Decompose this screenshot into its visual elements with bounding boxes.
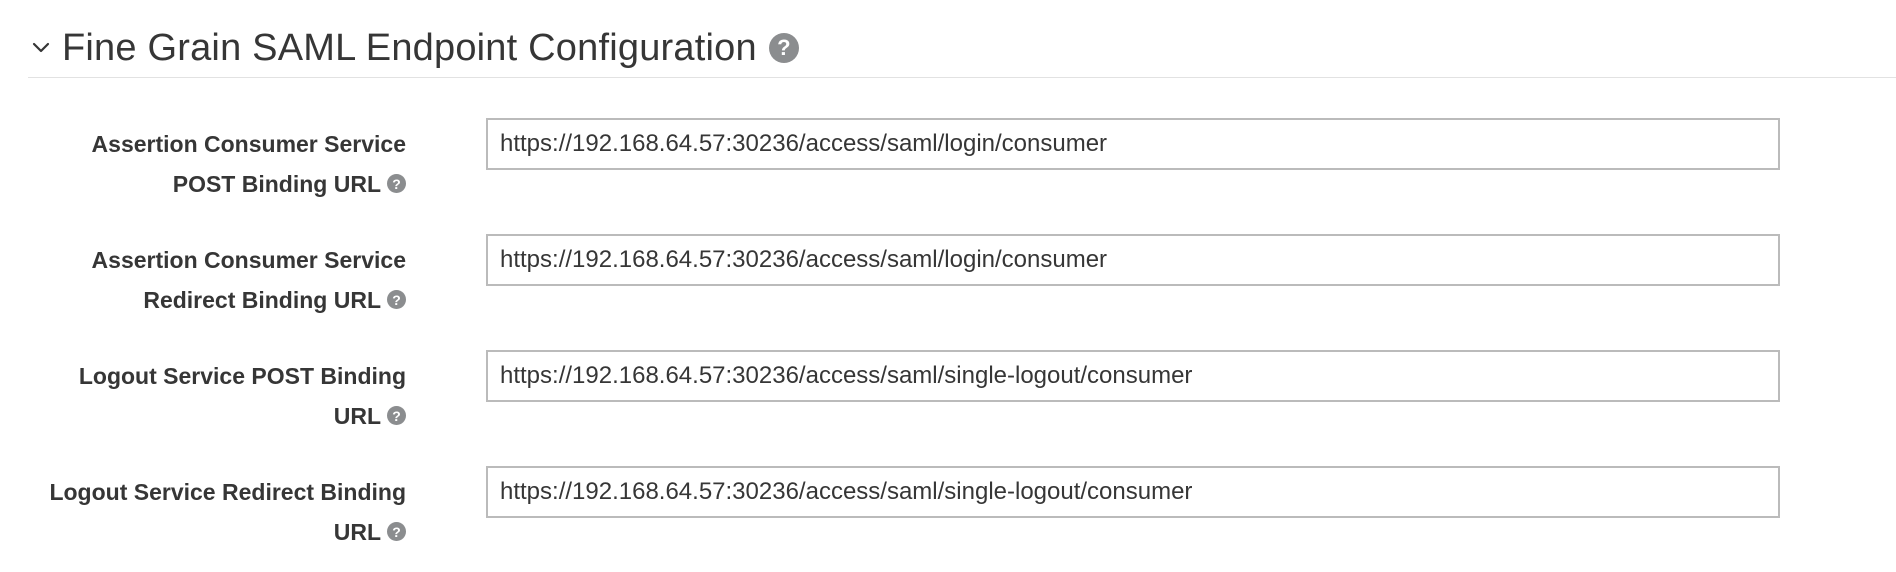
field-label-line1: Assertion Consumer Service — [91, 131, 406, 157]
field-label-line2: URL — [333, 519, 381, 545]
logout-post-binding-url-input[interactable] — [486, 350, 1780, 402]
form-row-acs-redirect: Assertion Consumer Service Redirect Bind… — [0, 232, 1896, 328]
logout-redirect-binding-url-input[interactable] — [486, 466, 1780, 518]
field-label: Logout Service Redirect Binding URL? — [26, 472, 406, 552]
field-label: Assertion Consumer Service POST Binding … — [26, 124, 406, 204]
field-label-line1: Logout Service POST Binding — [78, 363, 406, 389]
field-label-line1: Assertion Consumer Service — [91, 247, 406, 273]
chevron-down-icon[interactable] — [28, 35, 54, 61]
field-label-line1: Logout Service Redirect Binding — [49, 479, 406, 505]
section-header[interactable]: Fine Grain SAML Endpoint Configuration ? — [28, 18, 1896, 78]
form-row-logout-redirect: Logout Service Redirect Binding URL? — [0, 464, 1896, 560]
question-circle-icon[interactable]: ? — [768, 32, 799, 63]
form-row-acs-post: Assertion Consumer Service POST Binding … — [0, 116, 1896, 212]
question-circle-icon[interactable]: ? — [387, 174, 406, 194]
section-title: Fine Grain SAML Endpoint Configuration — [62, 26, 757, 69]
acs-post-binding-url-input[interactable] — [486, 118, 1780, 170]
field-label: Logout Service POST Binding URL? — [26, 356, 406, 436]
field-label: Assertion Consumer Service Redirect Bind… — [26, 240, 406, 320]
field-label-line2: URL — [333, 403, 381, 429]
question-circle-icon[interactable]: ? — [387, 290, 406, 310]
form-row-logout-post: Logout Service POST Binding URL? — [0, 348, 1896, 444]
question-circle-icon[interactable]: ? — [387, 406, 406, 426]
field-label-line2: POST Binding URL — [172, 171, 381, 197]
question-circle-icon[interactable]: ? — [387, 522, 406, 542]
acs-redirect-binding-url-input[interactable] — [486, 234, 1780, 286]
field-label-line2: Redirect Binding URL — [143, 287, 381, 313]
